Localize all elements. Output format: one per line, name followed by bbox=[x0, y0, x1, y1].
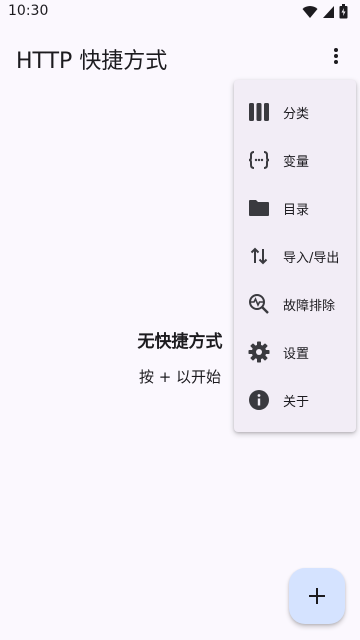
variables-icon bbox=[247, 148, 271, 172]
menu-item-label: 关于 bbox=[283, 394, 310, 410]
app-bar: HTTP 快捷方式 bbox=[0, 24, 360, 88]
menu-item-directories[interactable]: 目录 bbox=[234, 184, 356, 232]
wifi-icon bbox=[302, 5, 318, 19]
menu-item-settings[interactable]: 设置 bbox=[234, 328, 356, 376]
categories-icon bbox=[247, 100, 271, 124]
menu-item-troubleshooting[interactable]: 故障排除 bbox=[234, 280, 356, 328]
status-bar: 10:30 bbox=[0, 0, 360, 24]
menu-item-label: 目录 bbox=[283, 202, 310, 218]
plus-icon bbox=[309, 588, 325, 604]
info-icon bbox=[247, 388, 271, 412]
menu-item-categories[interactable]: 分类 bbox=[234, 88, 356, 136]
more-options-button[interactable] bbox=[324, 44, 348, 68]
import-export-icon bbox=[247, 244, 271, 268]
settings-icon bbox=[247, 340, 271, 364]
menu-item-label: 设置 bbox=[283, 346, 310, 362]
menu-item-label: 导入/导出 bbox=[283, 250, 340, 266]
menu-item-about[interactable]: 关于 bbox=[234, 376, 356, 424]
menu-item-variables[interactable]: 变量 bbox=[234, 136, 356, 184]
battery-icon bbox=[339, 4, 348, 19]
signal-icon bbox=[322, 5, 335, 19]
status-icons bbox=[302, 4, 348, 19]
overflow-menu: 分类 变量 目录 导入/导出 故障排除 设置 关于 bbox=[234, 80, 356, 432]
menu-item-label: 变量 bbox=[283, 154, 310, 170]
menu-item-import-export[interactable]: 导入/导出 bbox=[234, 232, 356, 280]
add-shortcut-fab[interactable] bbox=[289, 568, 345, 624]
status-time: 10:30 bbox=[8, 3, 49, 19]
troubleshoot-icon bbox=[247, 292, 271, 316]
app-title: HTTP 快捷方式 bbox=[16, 49, 168, 74]
menu-item-label: 故障排除 bbox=[283, 298, 336, 314]
screen: 10:30 HTTP 快捷方式 无快捷方式 按 + 以开始 分类 变量 目录 导… bbox=[0, 0, 360, 640]
menu-item-label: 分类 bbox=[283, 106, 310, 122]
folder-icon bbox=[247, 196, 271, 220]
more-vert-icon bbox=[334, 48, 338, 64]
